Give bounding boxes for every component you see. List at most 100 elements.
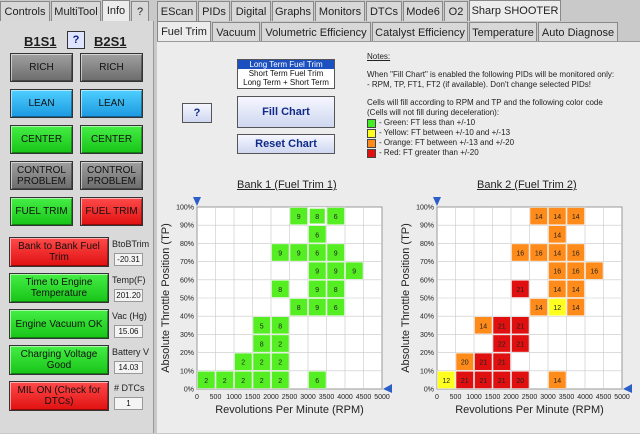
y-tick-label: 0% — [184, 387, 194, 394]
vacuum-label: Vac (Hg) — [112, 311, 147, 321]
cell-value: 9 — [297, 251, 301, 258]
y-axis-label: Absolute Throttle Position (TP) — [400, 223, 412, 373]
cell-value: 14 — [572, 214, 580, 221]
x-axis-label: Revolutions Per Minute (RPM) — [215, 404, 364, 416]
notes-line-3: Cells will fill according to RPM and TP … — [367, 98, 603, 107]
battery-label: Battery V — [112, 347, 150, 357]
y-tick-label: 50% — [420, 296, 434, 303]
cell-value: 21 — [498, 360, 506, 367]
y-tick-label: 30% — [420, 332, 434, 339]
cell-value: 21 — [461, 378, 469, 385]
cell-value: 14 — [535, 305, 543, 312]
tab-multitool[interactable]: MultiTool — [51, 1, 101, 21]
cell-value: 21 — [479, 360, 487, 367]
temp-label: Temp(F) — [112, 275, 146, 285]
tab-graphs[interactable]: Graphs — [272, 1, 314, 21]
trim-option-short-term[interactable]: Short Term Fuel Trim — [238, 69, 334, 78]
cell-value: 22 — [498, 342, 506, 349]
x-tick-label: 3500 — [559, 394, 575, 401]
tab-monitors[interactable]: Monitors — [315, 1, 365, 21]
tab-volumetric-efficiency[interactable]: Volumetric Efficiency — [261, 22, 371, 42]
battery-value: 14.03 — [114, 361, 143, 374]
legend-yellow: - Yellow: FT between +/-10 and +/-13 — [367, 128, 637, 138]
cell-value: 2 — [260, 360, 264, 367]
x-tick-label: 500 — [450, 394, 462, 401]
cell-value: 6 — [334, 305, 338, 312]
cell-value: 6 — [334, 214, 338, 221]
cell-value: 21 — [516, 323, 524, 330]
b1-rich-indicator: RICH — [10, 53, 73, 82]
cell-value: 2 — [241, 360, 245, 367]
cell-value: 2 — [204, 378, 208, 385]
x-tick-label: 5000 — [374, 394, 390, 401]
x-axis-label: Revolutions Per Minute (RPM) — [455, 404, 604, 416]
y-axis-label: Absolute Throttle Position (TP) — [160, 223, 172, 373]
tab-o2[interactable]: O2 — [444, 1, 468, 21]
tab-escan[interactable]: EScan — [157, 1, 197, 21]
cell-value: 14 — [553, 251, 561, 258]
y-tick-label: 10% — [420, 368, 434, 375]
cell-value: 2 — [241, 378, 245, 385]
top-tab-bar: EScan PIDs Digital Graphs Monitors DTCs … — [157, 0, 562, 21]
tab-temperature[interactable]: Temperature — [469, 22, 537, 42]
trim-option-combined[interactable]: Long Term + Short Term — [238, 78, 334, 87]
left-tab-bar: Controls MultiTool Info ? — [0, 0, 150, 21]
cell-value: 8 — [278, 323, 282, 330]
y-tick-label: 80% — [180, 241, 194, 248]
cell-value: 8 — [315, 214, 319, 221]
b1-lean-indicator: LEAN — [10, 89, 73, 118]
tab-fuel-trim[interactable]: Fuel Trim — [157, 21, 211, 42]
cell-value: 12 — [553, 305, 561, 312]
cell-value: 21 — [479, 378, 487, 385]
trim-option-long-term[interactable]: Long Term Fuel Trim — [238, 60, 334, 69]
btob-trim-label: BtoBTrim — [112, 239, 150, 249]
y-tick-label: 60% — [180, 277, 194, 284]
tab-controls[interactable]: Controls — [0, 1, 50, 21]
fuel-trim-help-button[interactable]: ? — [182, 103, 212, 123]
reset-chart-button[interactable]: Reset Chart — [237, 134, 335, 154]
tab-info[interactable]: Info — [102, 0, 130, 21]
y-tick-label: 20% — [180, 350, 194, 357]
fuel-trim-content: Long Term Fuel Trim Short Term Fuel Trim… — [157, 41, 640, 433]
x-tick-label: 4000 — [577, 394, 593, 401]
cell-value: 8 — [334, 287, 338, 294]
b2-fuel-trim-indicator: FUEL TRIM — [80, 197, 143, 226]
cell-value: 9 — [315, 287, 319, 294]
tab-help[interactable]: ? — [131, 1, 149, 21]
x-tick-label: 2500 — [282, 394, 298, 401]
tab-digital[interactable]: Digital — [231, 1, 271, 21]
cell-value: 20 — [516, 378, 524, 385]
y-tick-label: 40% — [180, 314, 194, 321]
info-help-button[interactable]: ? — [67, 31, 85, 49]
tab-vacuum[interactable]: Vacuum — [212, 22, 260, 42]
trim-type-list[interactable]: Long Term Fuel Trim Short Term Fuel Trim… — [237, 59, 335, 89]
tab-mode6[interactable]: Mode6 — [403, 1, 443, 21]
cell-value: 14 — [572, 305, 580, 312]
y-tick-label: 40% — [420, 314, 434, 321]
cell-value: 9 — [315, 305, 319, 312]
cell-value: 6 — [315, 251, 319, 258]
x-tick-label: 1000 — [226, 394, 242, 401]
cell-value: 9 — [334, 269, 338, 276]
vacuum-value: 15.06 — [114, 325, 143, 338]
bank1-chart-title: Bank 1 (Fuel Trim 1) — [237, 179, 337, 191]
tab-pids[interactable]: PIDs — [198, 1, 230, 21]
x-tick-label: 3000 — [540, 394, 556, 401]
cell-value: 14 — [553, 232, 561, 239]
cell-value: 14 — [553, 214, 561, 221]
rpm-marker-icon — [623, 384, 632, 393]
b1-center-indicator: CENTER — [10, 125, 73, 154]
mil-status: MIL ON (Check for DTCs) — [9, 381, 109, 411]
cell-value: 14 — [553, 378, 561, 385]
cell-value: 16 — [516, 251, 524, 258]
bank2-chart-title: Bank 2 (Fuel Trim 2) — [477, 179, 577, 191]
tab-catalyst-efficiency[interactable]: Catalyst Efficiency — [372, 22, 468, 42]
tab-auto-diagnose[interactable]: Auto Diagnose — [538, 22, 618, 42]
cell-value: 14 — [572, 287, 580, 294]
engine-vacuum-status: Engine Vacuum OK — [9, 309, 109, 339]
fill-chart-button[interactable]: Fill Chart — [237, 96, 335, 128]
tab-dtcs[interactable]: DTCs — [366, 1, 402, 21]
tab-sharp-shooter[interactable]: Sharp SHOOTER — [469, 0, 561, 21]
y-tick-label: 20% — [420, 350, 434, 357]
cell-value: 2 — [278, 342, 282, 349]
